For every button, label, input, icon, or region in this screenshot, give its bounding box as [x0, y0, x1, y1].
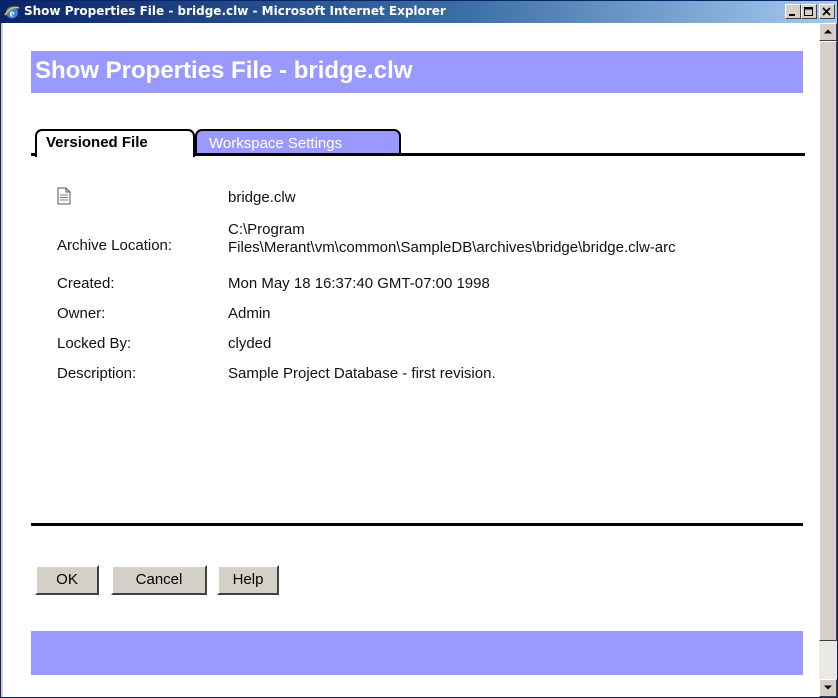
page-content: Show Properties File - bridge.clw Versio… — [3, 23, 819, 697]
ok-button[interactable]: OK — [35, 565, 99, 595]
page-title: Show Properties File - bridge.clw — [35, 57, 413, 84]
owner-value: Admin — [228, 305, 271, 322]
footer-band — [31, 631, 803, 675]
title-bar[interactable]: e Show Properties File - bridge.clw - Mi… — [1, 1, 837, 23]
window-title: Show Properties File - bridge.clw - Micr… — [24, 4, 446, 18]
scroll-thumb[interactable] — [819, 41, 837, 641]
scroll-up-button[interactable] — [819, 23, 837, 41]
scroll-down-button[interactable] — [819, 679, 837, 697]
minimize-button[interactable] — [785, 4, 801, 19]
close-icon — [822, 7, 831, 16]
created-value: Mon May 18 16:37:40 GMT-07:00 1998 — [228, 275, 490, 292]
cancel-button[interactable]: Cancel — [111, 565, 207, 595]
file-name: bridge.clw — [228, 189, 296, 206]
maximize-button[interactable] — [801, 4, 817, 19]
help-button[interactable]: Help — [217, 565, 279, 595]
arrow-down-icon — [824, 685, 832, 690]
close-button[interactable] — [819, 4, 835, 19]
maximize-icon — [804, 7, 813, 16]
minimize-icon — [789, 14, 795, 16]
browser-window: e Show Properties File - bridge.clw - Mi… — [0, 0, 838, 698]
archive-location-line1: C:\Program — [228, 221, 305, 238]
document-icon — [57, 187, 71, 205]
locked-by-value: clyded — [228, 335, 272, 352]
arrow-up-icon — [824, 29, 832, 34]
description-label: Description: — [57, 365, 137, 382]
locked-by-label: Locked By: — [57, 335, 132, 352]
created-label: Created: — [57, 275, 115, 292]
tab-versioned-file[interactable]: Versioned File — [35, 129, 195, 157]
archive-location-label: Archive Location: — [57, 237, 173, 254]
ie-icon: e — [4, 6, 20, 20]
archive-location-line2: Files\Merant\vm\common\SampleDB\archives… — [228, 239, 676, 256]
tab-workspace-settings[interactable]: Workspace Settings — [195, 129, 401, 155]
description-value: Sample Project Database - first revision… — [228, 365, 496, 382]
owner-label: Owner: — [57, 305, 106, 322]
header-band: Show Properties File - bridge.clw — [31, 51, 803, 93]
vertical-scrollbar[interactable] — [819, 23, 837, 697]
divider-line — [31, 523, 803, 526]
